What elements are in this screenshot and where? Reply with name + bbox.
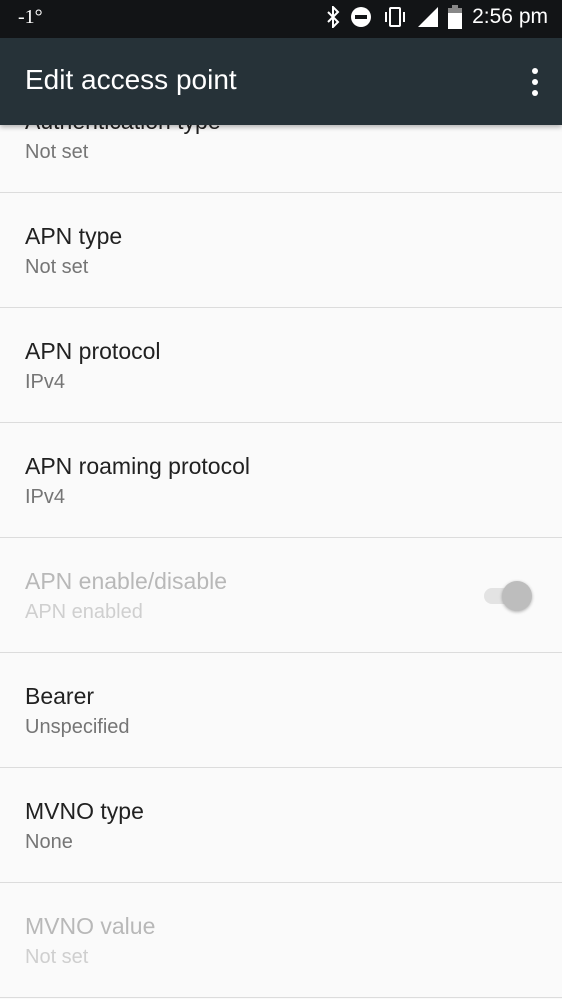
item-title: APN protocol bbox=[25, 338, 161, 364]
status-bar: -1° 2:56 pm bbox=[0, 0, 562, 38]
item-title: Bearer bbox=[25, 683, 95, 709]
item-summary: Not set bbox=[25, 946, 89, 968]
list-item-apn-protocol[interactable]: APN protocol IPv4 bbox=[0, 308, 562, 423]
list-item-apn-type[interactable]: APN type Not set bbox=[0, 193, 562, 308]
item-title: MVNO type bbox=[25, 798, 144, 824]
vibrate-icon bbox=[385, 7, 406, 27]
list-item-mvno-value: MVNO value Not set bbox=[0, 883, 562, 998]
dnd-icon bbox=[351, 7, 372, 27]
toolbar: Edit access point bbox=[0, 38, 562, 125]
item-title: MVNO value bbox=[25, 913, 156, 939]
item-summary: IPv4 bbox=[25, 371, 66, 393]
more-vert-icon[interactable] bbox=[528, 68, 542, 96]
bluetooth-icon bbox=[327, 6, 340, 28]
item-title: APN enable/disable bbox=[25, 568, 228, 594]
item-summary: Not set bbox=[25, 256, 89, 278]
clock: 2:56 pm bbox=[472, 5, 548, 28]
item-title: APN roaming protocol bbox=[25, 453, 250, 479]
temperature: -1° bbox=[18, 6, 43, 28]
list-item-bearer[interactable]: Bearer Unspecified bbox=[0, 653, 562, 768]
item-summary: Unspecified bbox=[25, 716, 130, 738]
page-title: Edit access point bbox=[25, 64, 237, 95]
settings-list: Authentication typeNot set APN typeNot s… bbox=[0, 78, 562, 998]
item-summary: Not set bbox=[25, 141, 89, 163]
item-summary: None bbox=[25, 831, 73, 853]
apn-enable-toggle[interactable] bbox=[482, 580, 532, 611]
list-item-mvno-type[interactable]: MVNO type None bbox=[0, 768, 562, 883]
signal-icon bbox=[418, 7, 439, 27]
item-summary: APN enabled bbox=[25, 601, 143, 623]
battery-icon bbox=[448, 5, 463, 29]
item-title: APN type bbox=[25, 223, 123, 249]
list-item-apn-enable: APN enable/disable APN enabled bbox=[0, 538, 562, 653]
item-summary: IPv4 bbox=[25, 486, 66, 508]
list-item-apn-roaming-protocol[interactable]: APN roaming protocol IPv4 bbox=[0, 423, 562, 538]
